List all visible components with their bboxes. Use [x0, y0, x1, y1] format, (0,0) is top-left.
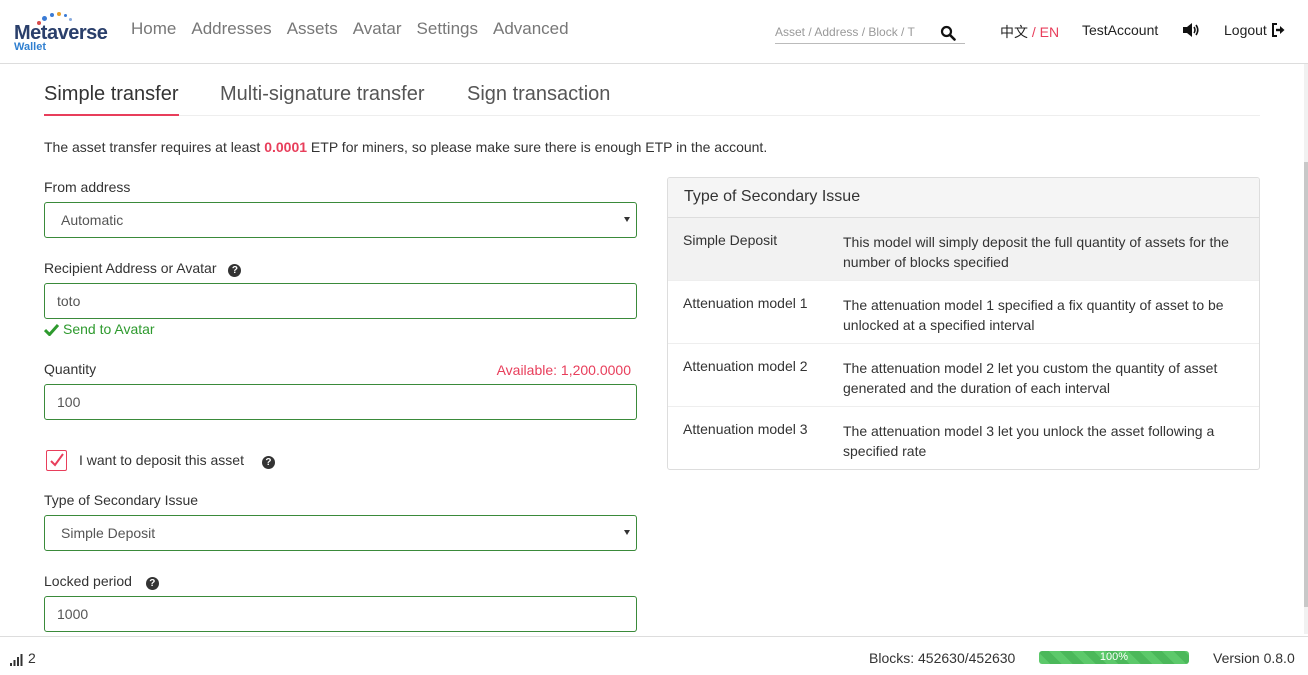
- tab-sign-transaction[interactable]: Sign transaction: [467, 83, 610, 116]
- panel-title: Type of Secondary Issue: [668, 178, 1259, 218]
- search-box: [775, 22, 965, 44]
- secondary-issue-panel: Type of Secondary Issue Simple Deposit T…: [667, 177, 1260, 470]
- main-nav: Home Addresses Assets Avatar Settings Ad…: [131, 19, 584, 39]
- check-icon: [50, 453, 64, 467]
- scrollbar-thumb[interactable]: [1304, 162, 1308, 607]
- lang-en[interactable]: EN: [1040, 24, 1059, 40]
- nav-avatar[interactable]: Avatar: [353, 19, 402, 39]
- nav-settings[interactable]: Settings: [417, 19, 478, 39]
- issue-type-select[interactable]: Simple Deposit: [44, 515, 637, 551]
- search-icon[interactable]: [940, 25, 956, 41]
- available-balance: Available: 1,200.0000: [496, 362, 631, 378]
- locked-period-label-wrap: Locked period ?: [44, 573, 159, 590]
- from-address-value: Automatic: [61, 212, 124, 228]
- question-icon[interactable]: ?: [228, 264, 242, 277]
- deposit-label[interactable]: I want to deposit this asset: [79, 452, 244, 468]
- peer-count: 2: [10, 650, 36, 666]
- nav-advanced[interactable]: Advanced: [493, 19, 569, 39]
- question-icon[interactable]: ?: [261, 456, 275, 469]
- account-name[interactable]: TestAccount: [1082, 22, 1158, 38]
- issue-model-name: Attenuation model 1: [683, 295, 808, 311]
- top-navbar: Metaverse Wallet Home Addresses Assets A…: [0, 0, 1308, 64]
- issue-model-desc: The attenuation model 1 specified a fix …: [843, 297, 1224, 333]
- signal-icon: [10, 654, 23, 666]
- issue-model-name: Attenuation model 3: [683, 421, 808, 437]
- lang-separator: /: [1031, 24, 1036, 40]
- status-bar: 2 Blocks: 452630/452630 100% Version 0.8…: [0, 636, 1308, 675]
- recipient-label: Recipient Address or Avatar: [44, 260, 217, 276]
- language-switch: 中文 / EN: [1000, 22, 1059, 42]
- checkmark-icon: [44, 323, 59, 336]
- issue-model-desc: The attenuation model 2 let you custom t…: [843, 360, 1218, 396]
- logout-button[interactable]: Logout: [1224, 22, 1286, 38]
- issue-model-name: Simple Deposit: [683, 232, 778, 248]
- question-icon[interactable]: ?: [145, 577, 159, 590]
- issue-model-row[interactable]: Attenuation model 1 The attenuation mode…: [668, 281, 1259, 344]
- notice-amount: 0.0001: [264, 139, 308, 155]
- block-height: Blocks: 452630/452630: [869, 650, 1016, 666]
- recipient-ok-text: Send to Avatar: [63, 321, 155, 337]
- from-address-select[interactable]: Automatic: [44, 202, 637, 238]
- issue-type-value: Simple Deposit: [61, 525, 156, 541]
- issue-model-row[interactable]: Simple Deposit This model will simply de…: [668, 218, 1259, 281]
- fee-notice: The asset transfer requires at least 0.0…: [44, 139, 767, 155]
- sync-progress-label: 100%: [1099, 651, 1129, 663]
- locked-period-value: 1000: [57, 606, 89, 622]
- recipient-validation: Send to Avatar: [44, 321, 155, 337]
- page-scrollbar[interactable]: [1304, 64, 1308, 634]
- notice-pre: The asset transfer requires at least: [44, 139, 265, 155]
- nav-assets[interactable]: Assets: [287, 19, 338, 39]
- search-input[interactable]: [775, 22, 925, 39]
- transfer-tabs: Simple transfer Multi-signature transfer…: [44, 79, 1260, 116]
- version-label: Version 0.8.0: [1213, 650, 1295, 666]
- speaker-icon[interactable]: [1182, 22, 1200, 38]
- nav-addresses[interactable]: Addresses: [191, 19, 271, 39]
- tab-multisig-transfer[interactable]: Multi-signature transfer: [220, 83, 425, 116]
- recipient-label-wrap: Recipient Address or Avatar ?: [44, 260, 242, 277]
- quantity-label: Quantity: [44, 361, 97, 377]
- quantity-input[interactable]: 100: [44, 384, 637, 420]
- issue-model-row[interactable]: Attenuation model 2 The attenuation mode…: [668, 344, 1259, 407]
- issue-model-desc: The attenuation model 3 let you unlock t…: [843, 423, 1215, 459]
- brand-sub: Wallet: [14, 41, 46, 53]
- locked-period-input[interactable]: 1000: [44, 596, 637, 632]
- recipient-value: toto: [57, 293, 81, 309]
- lang-zh[interactable]: 中文: [1000, 24, 1028, 40]
- deposit-label-wrap: I want to deposit this asset ?: [79, 452, 275, 469]
- issue-type-label: Type of Secondary Issue: [44, 492, 199, 508]
- issue-model-row[interactable]: Attenuation model 3 The attenuation mode…: [668, 407, 1259, 469]
- logout-label: Logout: [1224, 22, 1267, 38]
- locked-period-label: Locked period: [44, 573, 132, 589]
- quantity-value: 100: [57, 394, 81, 410]
- recipient-input[interactable]: toto: [44, 283, 637, 319]
- metaverse-logo[interactable]: Metaverse Wallet: [12, 10, 116, 56]
- tab-simple-transfer[interactable]: Simple transfer: [44, 83, 179, 116]
- peer-count-value: 2: [28, 650, 36, 666]
- issue-model-desc: This model will simply deposit the full …: [843, 234, 1229, 270]
- from-address-label: From address: [44, 179, 131, 195]
- nav-home[interactable]: Home: [131, 19, 176, 39]
- deposit-checkbox[interactable]: [46, 450, 67, 471]
- sync-progress-bar: 100%: [1039, 651, 1189, 664]
- issue-model-name: Attenuation model 2: [683, 358, 808, 374]
- logout-icon: [1271, 23, 1285, 37]
- notice-post: ETP for miners, so please make sure ther…: [307, 139, 768, 155]
